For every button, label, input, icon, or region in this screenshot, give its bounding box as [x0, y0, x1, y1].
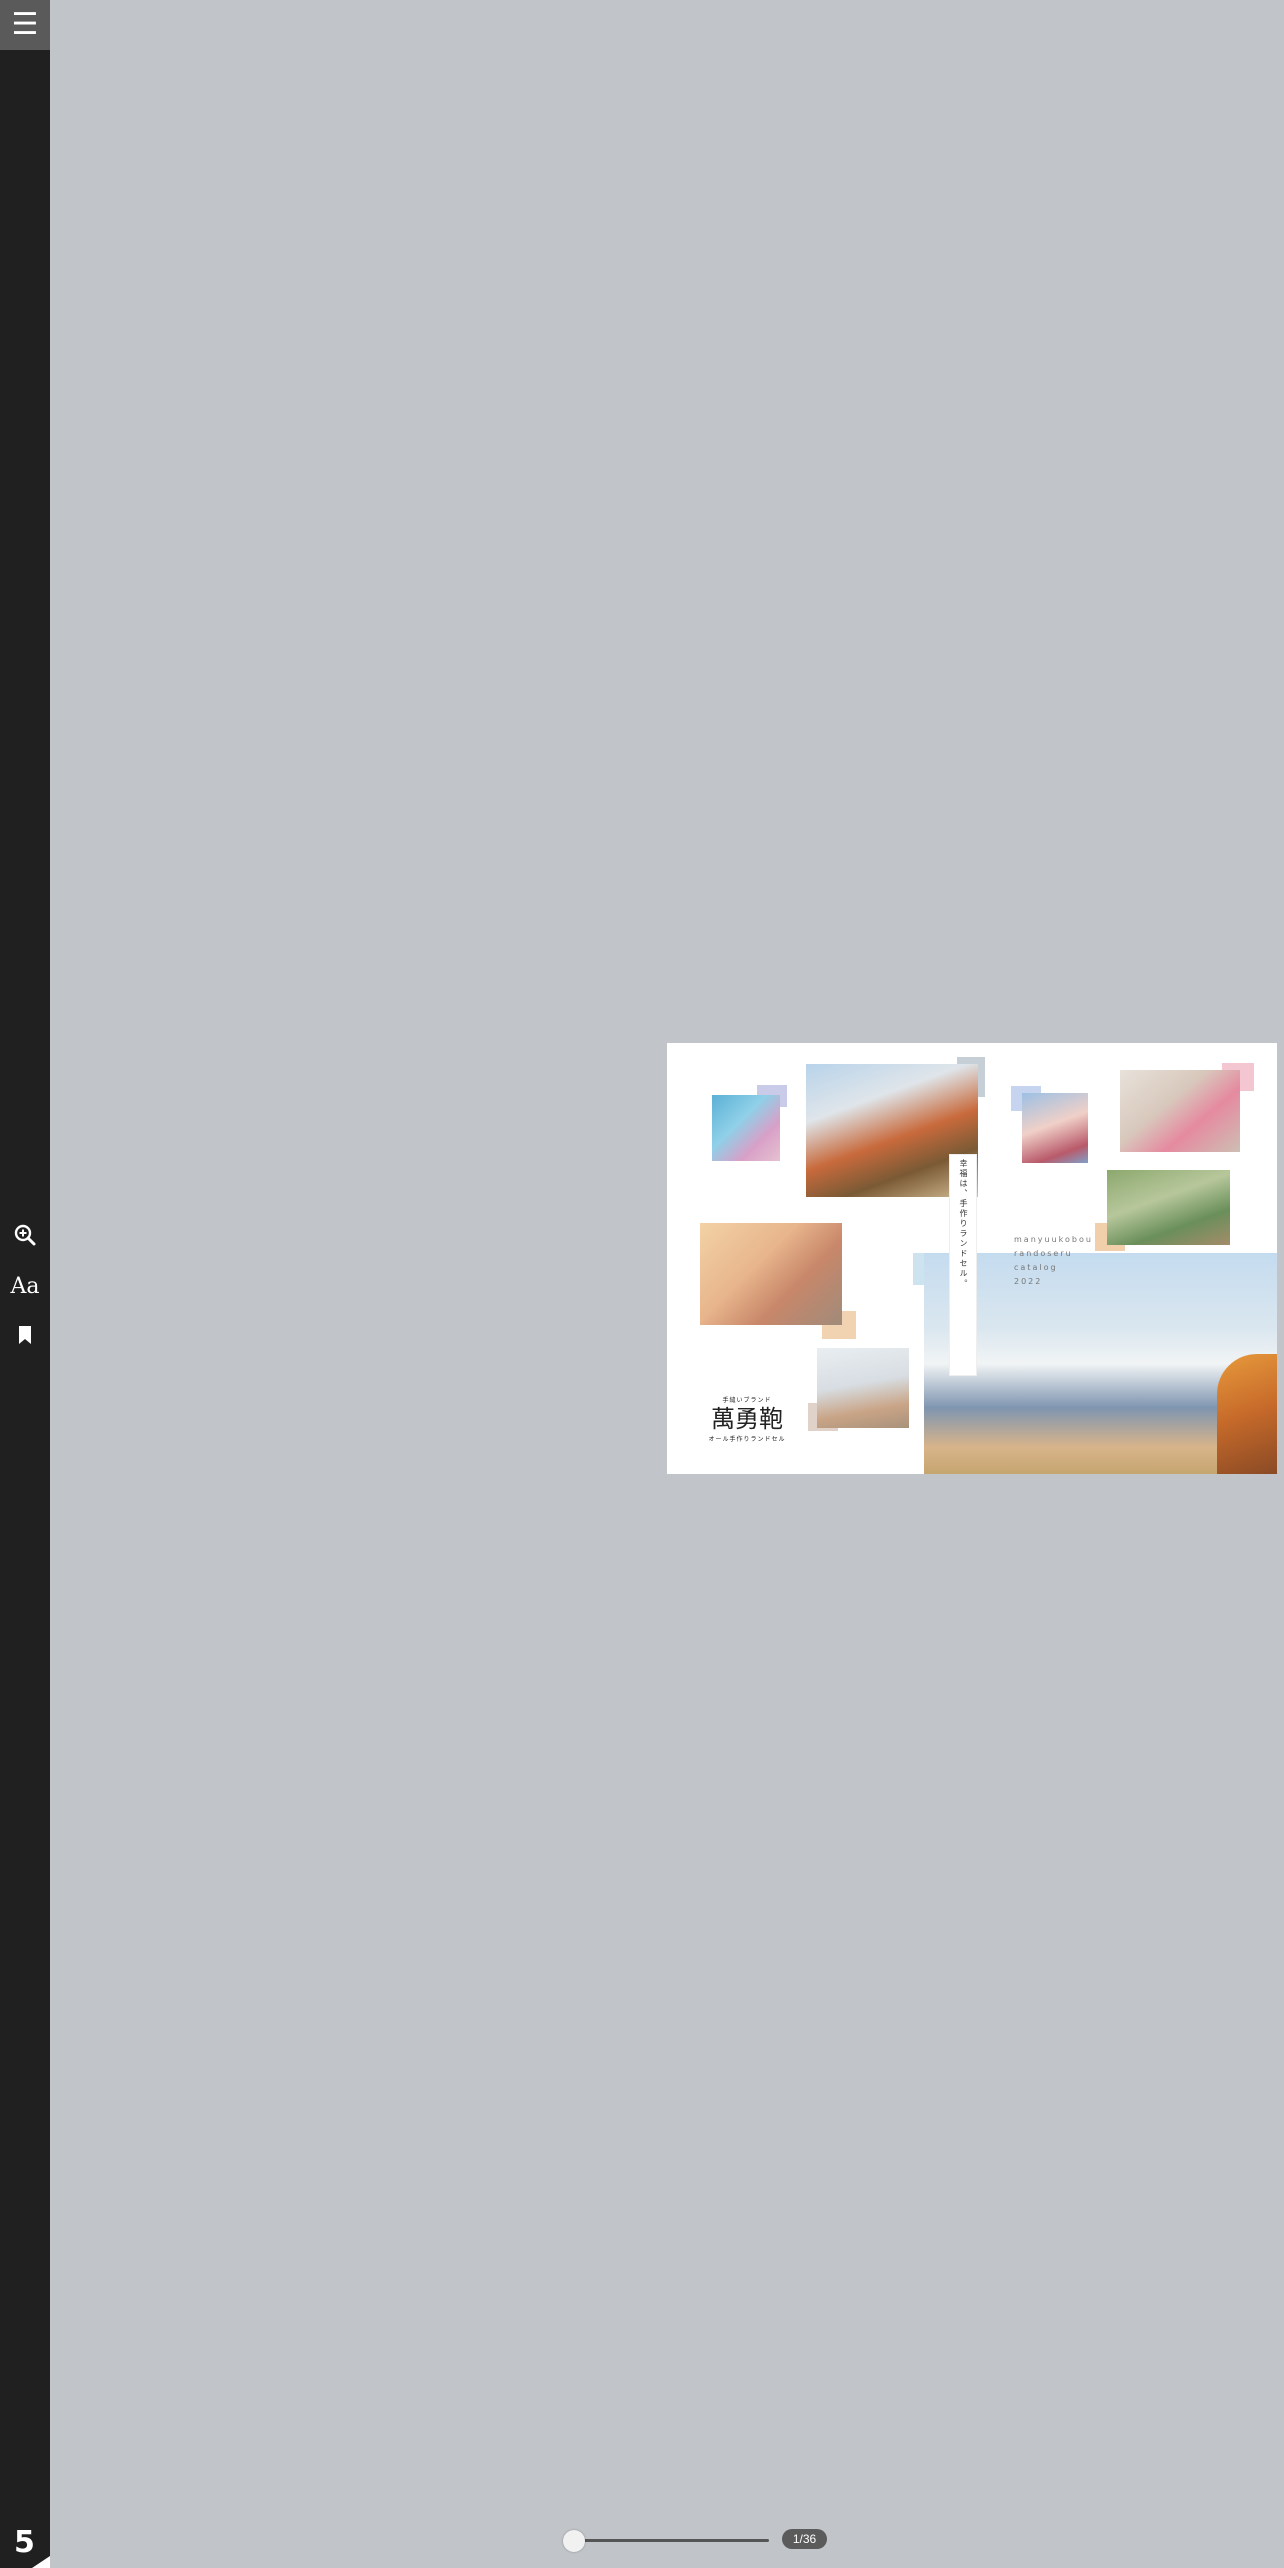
- slider-thumb[interactable]: [563, 2530, 585, 2552]
- logo-title: 萬勇鞄: [711, 1405, 783, 1433]
- photo-four-kids-field: [924, 1253, 1277, 1474]
- catalog-caption-line: 2022: [1014, 1277, 1043, 1286]
- vertical-caption-strip: 幸福は、手作りランドセル。: [950, 1155, 976, 1375]
- photo-kids-park: [1107, 1170, 1230, 1245]
- photo-girl-sink: [1120, 1070, 1240, 1152]
- photo-children-playground: [712, 1095, 780, 1161]
- font-size-label: Aa: [10, 1274, 40, 1299]
- page-counter-label: 1/36: [792, 2532, 817, 2546]
- logo-subtitle: 手縫いブランド: [722, 1397, 772, 1404]
- bookmark-button[interactable]: [0, 1320, 50, 1350]
- catalog-logo: 手縫いブランド 萬勇鞄 オール手作りランドセル: [697, 1395, 797, 1455]
- logo-footer: オール手作りランドセル: [708, 1436, 786, 1443]
- catalog-caption-line: manyuukobou: [1014, 1235, 1093, 1244]
- catalog-caption-line: randoseru: [1014, 1249, 1073, 1258]
- brand-logo: 5: [14, 2528, 35, 2558]
- photo-girl-flowers: [1022, 1093, 1088, 1163]
- photo-kids-handshake: [700, 1223, 842, 1325]
- menu-button[interactable]: ☰: [0, 0, 50, 50]
- page-slider[interactable]: [563, 2529, 773, 2553]
- hamburger-menu-icon: ☰: [11, 7, 39, 42]
- brand-corner-mark: [32, 2556, 50, 2568]
- slider-track[interactable]: [571, 2539, 769, 2542]
- page-counter: 1/36: [782, 2529, 827, 2549]
- photo-kids-running: [817, 1348, 909, 1428]
- photo-autumn-tree: [1217, 1354, 1277, 1474]
- catalog-page[interactable]: 幸福は、手作りランドセル。 manyuukobou randoseru cata…: [667, 1043, 1277, 1474]
- vertical-caption: 幸福は、手作りランドセル。: [959, 1159, 968, 1289]
- brand-label: 5: [14, 2525, 35, 2560]
- catalog-caption: manyuukobou randoseru catalog 2022: [1014, 1233, 1093, 1289]
- sidebar-toolbar: ☰ Aa 5: [0, 0, 50, 2568]
- catalog-caption-line: catalog: [1014, 1263, 1058, 1272]
- font-size-button[interactable]: Aa: [0, 1269, 50, 1305]
- zoom-button[interactable]: [0, 1218, 50, 1252]
- zoom-in-icon: [14, 1224, 36, 1246]
- bookmark-icon: [19, 1326, 31, 1344]
